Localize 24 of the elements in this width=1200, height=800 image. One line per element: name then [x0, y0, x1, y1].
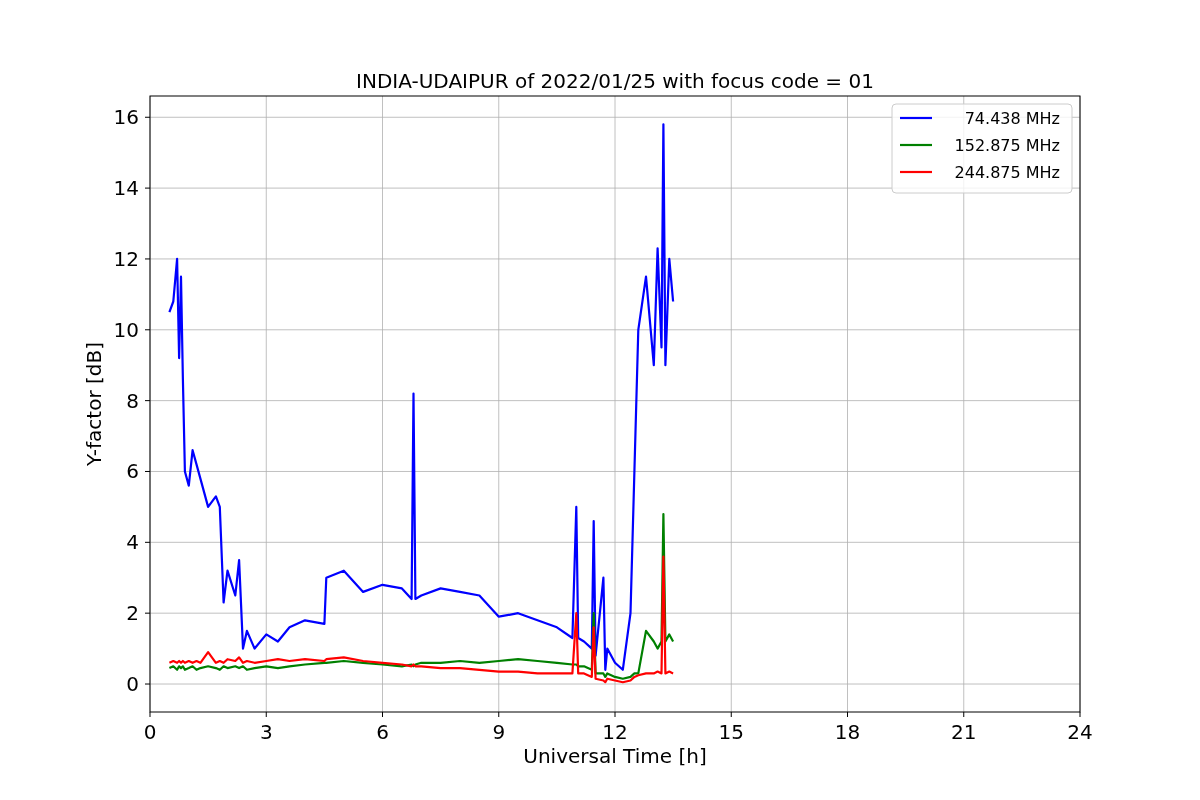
legend-label: 152.875 MHz — [954, 136, 1060, 155]
x-axis-label: Universal Time [h] — [523, 744, 707, 768]
x-tick-label: 18 — [834, 720, 861, 744]
y-tick-label: 0 — [126, 672, 139, 696]
chart-title: INDIA-UDAIPUR of 2022/01/25 with focus code = 01 — [356, 69, 874, 93]
x-tick-label: 24 — [1067, 720, 1093, 744]
x-tick-label: 9 — [492, 720, 506, 744]
y-tick-label: 12 — [113, 246, 139, 271]
legend-label: 244.875 MHz — [954, 163, 1060, 182]
y-tick-label: 16 — [113, 105, 139, 130]
y-tick-label: 2 — [126, 601, 139, 626]
y-tick-label: 14 — [113, 176, 139, 201]
y-tick-label: 10 — [113, 317, 139, 342]
y-tick-label: 6 — [126, 459, 139, 484]
x-tick-label: 3 — [259, 720, 273, 744]
x-tick-label: 12 — [602, 720, 628, 744]
y-tick-label: 4 — [126, 530, 139, 555]
x-tick-label: 6 — [376, 720, 389, 744]
legend-label: 74.438 MHz — [964, 109, 1060, 128]
y-axis-label: Y-factor [dB] — [82, 342, 106, 466]
x-tick-label: 0 — [143, 720, 157, 744]
x-tick-label: 21 — [951, 720, 977, 744]
x-tick-label: 15 — [718, 720, 744, 744]
y-tick-label: 8 — [126, 388, 139, 413]
